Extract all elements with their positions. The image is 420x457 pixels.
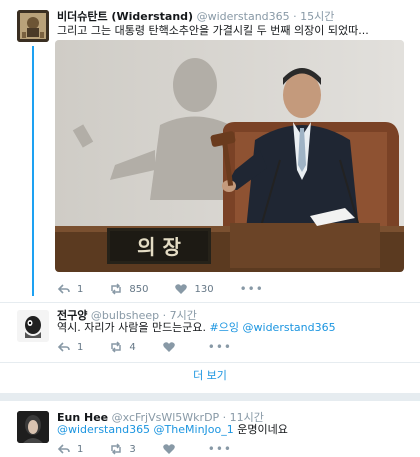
mention-link[interactable]: @TheMinJoo_1 — [150, 423, 234, 436]
heart-icon — [175, 284, 188, 294]
separator-dot: · — [293, 10, 297, 23]
main-tweet-header: 비더슈탄트 (Widerstand) @widerstand365 · 15시간 — [57, 10, 334, 24]
tweet-timestamp[interactable]: 15시간 — [300, 10, 334, 23]
author-handle[interactable]: @widerstand365 — [197, 10, 290, 23]
reply-count: 1 — [77, 341, 84, 353]
avatar[interactable] — [17, 310, 49, 342]
like-count: 130 — [194, 283, 214, 295]
reply-text: @widerstand365 @TheMinJoo_1 운명이네요 — [57, 422, 288, 437]
photo-image: 의 장 — [55, 40, 404, 272]
avatar-image — [17, 411, 49, 443]
author-name[interactable]: 비더슈탄트 (Widerstand) — [57, 10, 193, 23]
avatar[interactable] — [17, 10, 49, 42]
retweet-icon — [111, 443, 122, 455]
tweet-divider — [0, 302, 420, 303]
reply-icon — [57, 284, 70, 294]
more-options-button[interactable]: ••• — [240, 282, 264, 296]
show-more-link[interactable]: 더 보기 — [0, 364, 420, 388]
hashtag-link[interactable]: #으잉 — [210, 321, 239, 334]
reply-text-plain: 운명이네요 — [233, 423, 288, 436]
reply-text-plain: 역시. 자리가 사람을 만드는군요. — [57, 321, 210, 334]
avatar-image — [17, 310, 49, 342]
heart-icon — [162, 342, 175, 352]
conversation-card: Eun Hee @xcFrjVsWl5WkrDP · 11시간 @widerst… — [0, 401, 420, 457]
retweet-button[interactable]: 3 — [109, 442, 136, 456]
reply-text: 역시. 자리가 사람을 만드는군요. #으잉 @widerstand365 — [57, 320, 336, 335]
like-button[interactable] — [162, 442, 182, 456]
more-dots-icon: ••• — [207, 340, 232, 354]
nameplate-text: 의 장 — [137, 235, 181, 259]
avatar[interactable] — [17, 411, 49, 443]
retweet-count: 4 — [129, 341, 136, 353]
main-tweet-actions: 1 850 130 ••• — [57, 282, 290, 296]
reply-actions: 1 3 ••• — [57, 442, 258, 456]
reply-count: 1 — [77, 283, 84, 295]
reply-icon — [57, 342, 70, 352]
like-button[interactable] — [162, 340, 182, 354]
main-tweet-text: 그리고 그는 대통령 탄핵소추안을 가결시킬 두 번째 의장이 되었따... — [57, 24, 369, 37]
retweet-button[interactable]: 4 — [109, 340, 136, 354]
reply-icon — [57, 444, 70, 454]
reply-actions: 1 4 ••• — [57, 340, 258, 354]
conversation-card: 비더슈탄트 (Widerstand) @widerstand365 · 15시간… — [0, 0, 420, 393]
avatar-image — [17, 10, 49, 42]
like-button[interactable]: 130 — [174, 282, 214, 296]
tweet-photo[interactable]: 의 장 — [55, 40, 404, 272]
more-options-button[interactable]: ••• — [208, 442, 232, 456]
more-options-button[interactable]: ••• — [208, 340, 232, 354]
retweet-count: 3 — [129, 443, 136, 455]
retweet-icon — [111, 341, 122, 353]
thread-connector-line — [32, 46, 34, 296]
tweet-divider — [0, 362, 420, 363]
more-dots-icon: ••• — [207, 442, 232, 456]
reply-button[interactable]: 1 — [57, 282, 83, 296]
retweet-icon — [111, 283, 122, 295]
heart-icon — [162, 444, 175, 454]
retweet-button[interactable]: 850 — [109, 282, 148, 296]
more-dots-icon: ••• — [239, 282, 264, 296]
mention-link[interactable]: @widerstand365 — [239, 321, 336, 334]
reply-count: 1 — [77, 443, 84, 455]
retweet-count: 850 — [129, 283, 149, 295]
reply-button[interactable]: 1 — [57, 340, 83, 354]
mention-link[interactable]: @widerstand365 — [57, 423, 150, 436]
reply-button[interactable]: 1 — [57, 442, 83, 456]
